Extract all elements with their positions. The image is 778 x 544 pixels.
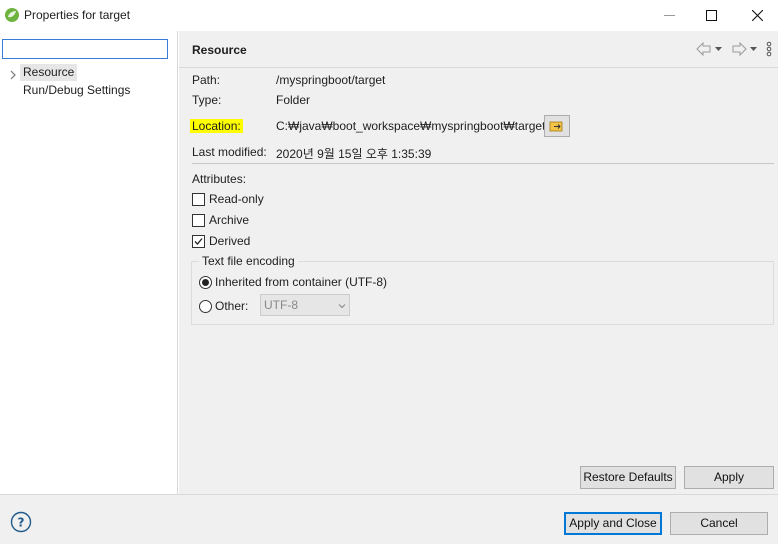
spring-app-icon <box>5 8 19 22</box>
navigation-toolbar <box>696 41 772 57</box>
derived-checkbox[interactable] <box>192 234 205 248</box>
readonly-label: Read-only <box>209 192 264 206</box>
archive-checkbox[interactable] <box>192 213 205 227</box>
back-dropdown-icon[interactable] <box>714 41 723 57</box>
location-value: C:₩java₩boot_workspace₩myspringboot₩targ… <box>276 119 546 133</box>
window-title: Properties for target <box>24 8 131 22</box>
show-in-explorer-button[interactable] <box>544 115 570 137</box>
resource-page: Resource Path: /myspringboot/target Type… <box>179 31 778 494</box>
close-button[interactable] <box>734 0 778 31</box>
title-bar: Properties for target <box>0 0 778 31</box>
maximize-button[interactable] <box>688 0 734 31</box>
checkmark-icon <box>194 237 203 245</box>
chevron-right-icon[interactable] <box>8 69 18 81</box>
readonly-checkbox[interactable] <box>192 192 205 206</box>
derived-checkbox-row[interactable]: Derived <box>192 234 250 248</box>
type-value: Folder <box>276 93 311 107</box>
text-file-encoding-legend: Text file encoding <box>199 254 298 268</box>
minimize-icon <box>663 15 675 16</box>
svg-text:?: ? <box>18 516 25 530</box>
apply-button[interactable]: Apply <box>684 466 774 489</box>
tree-item-run-debug-settings[interactable]: Run/Debug Settings <box>20 82 133 99</box>
inherited-encoding-label: Inherited from container (UTF-8) <box>215 275 388 289</box>
inherited-encoding-radio[interactable] <box>199 275 212 289</box>
cancel-button[interactable]: Cancel <box>670 512 768 535</box>
other-encoding-radio-row[interactable]: Other: <box>199 299 248 313</box>
path-value: /myspringboot/target <box>276 73 386 87</box>
chevron-down-icon <box>338 304 346 309</box>
minimize-button[interactable] <box>646 0 692 31</box>
back-arrow-icon[interactable] <box>696 41 712 57</box>
encoding-select-value: UTF-8 <box>264 298 298 312</box>
forward-dropdown-icon[interactable] <box>749 41 758 57</box>
radio-selected-dot <box>202 278 209 286</box>
derived-label: Derived <box>209 234 251 248</box>
divider <box>192 163 774 164</box>
close-icon <box>751 10 763 21</box>
maximize-icon <box>705 10 717 21</box>
open-folder-icon <box>549 121 563 132</box>
location-label-wrapper: Location: <box>190 119 243 133</box>
more-vertical-icon[interactable] <box>766 41 772 57</box>
tree-item-resource[interactable]: Resource <box>20 64 78 81</box>
help-icon[interactable]: ? <box>10 511 32 533</box>
last-modified-value: 2020년 9월 15일 오후 1:35:39 <box>276 147 432 161</box>
readonly-checkbox-row[interactable]: Read-only <box>192 192 264 206</box>
apply-and-close-button[interactable]: Apply and Close <box>564 512 662 535</box>
archive-label: Archive <box>209 213 250 227</box>
last-modified-label: Last modified: <box>192 145 267 159</box>
other-encoding-radio[interactable] <box>199 299 212 313</box>
properties-tree-pane: Resource Run/Debug Settings <box>0 31 178 494</box>
filter-input[interactable] <box>2 39 168 59</box>
other-encoding-label: Other: <box>215 299 249 313</box>
location-label: Location: <box>190 119 243 133</box>
archive-checkbox-row[interactable]: Archive <box>192 213 249 227</box>
forward-arrow-icon[interactable] <box>731 41 747 57</box>
path-label: Path: <box>192 73 221 87</box>
attributes-label: Attributes: <box>192 172 247 186</box>
type-label: Type: <box>192 93 222 107</box>
resource-header: Resource <box>179 31 778 68</box>
inherited-encoding-radio-row[interactable]: Inherited from container (UTF-8) <box>199 275 387 289</box>
restore-defaults-button[interactable]: Restore Defaults <box>580 466 676 489</box>
dialog-button-bar: ? Apply and Close Cancel <box>0 494 778 544</box>
encoding-select[interactable]: UTF-8 <box>260 294 350 316</box>
page-title: Resource <box>192 43 247 57</box>
